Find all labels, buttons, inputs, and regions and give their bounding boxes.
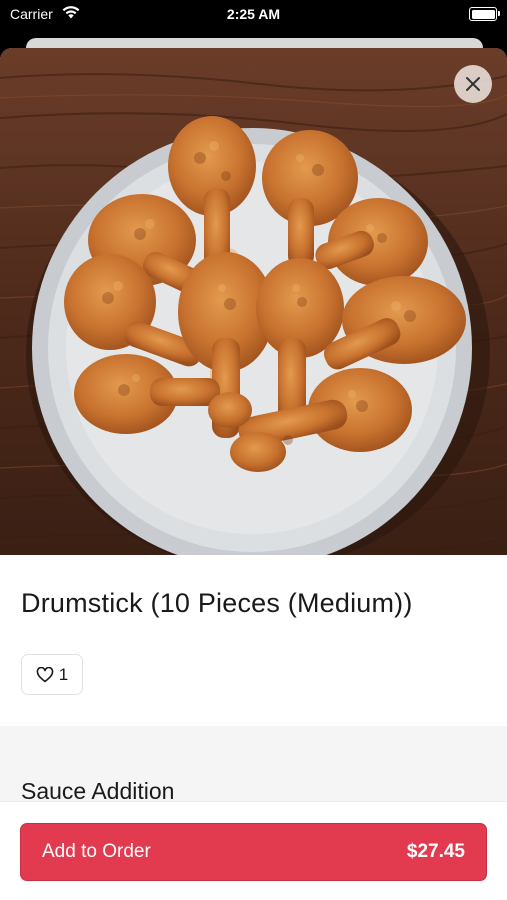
footer-bar: Add to Order $27.45 [0, 801, 507, 900]
close-icon [466, 77, 480, 91]
order-price: $27.45 [406, 841, 465, 862]
like-button[interactable]: 1 [21, 654, 83, 695]
add-to-order-label: Add to Order [42, 841, 151, 862]
fried-drumsticks-photo [0, 48, 507, 555]
close-button[interactable] [454, 65, 492, 103]
like-count: 1 [58, 664, 69, 684]
heart-icon [36, 666, 54, 682]
item-title: Drumstick (10 Pieces (Medium)) [21, 588, 413, 618]
add-to-order-button[interactable]: Add to Order $27.45 [20, 823, 487, 881]
clock: 2:25 AM [226, 6, 281, 22]
item-detail-sheet: Drumstick (10 Pieces (Medium)) 1 Sauce A… [0, 48, 507, 900]
battery-icon [469, 7, 500, 21]
status-bar: Carrier 2:25 AM [0, 0, 507, 34]
